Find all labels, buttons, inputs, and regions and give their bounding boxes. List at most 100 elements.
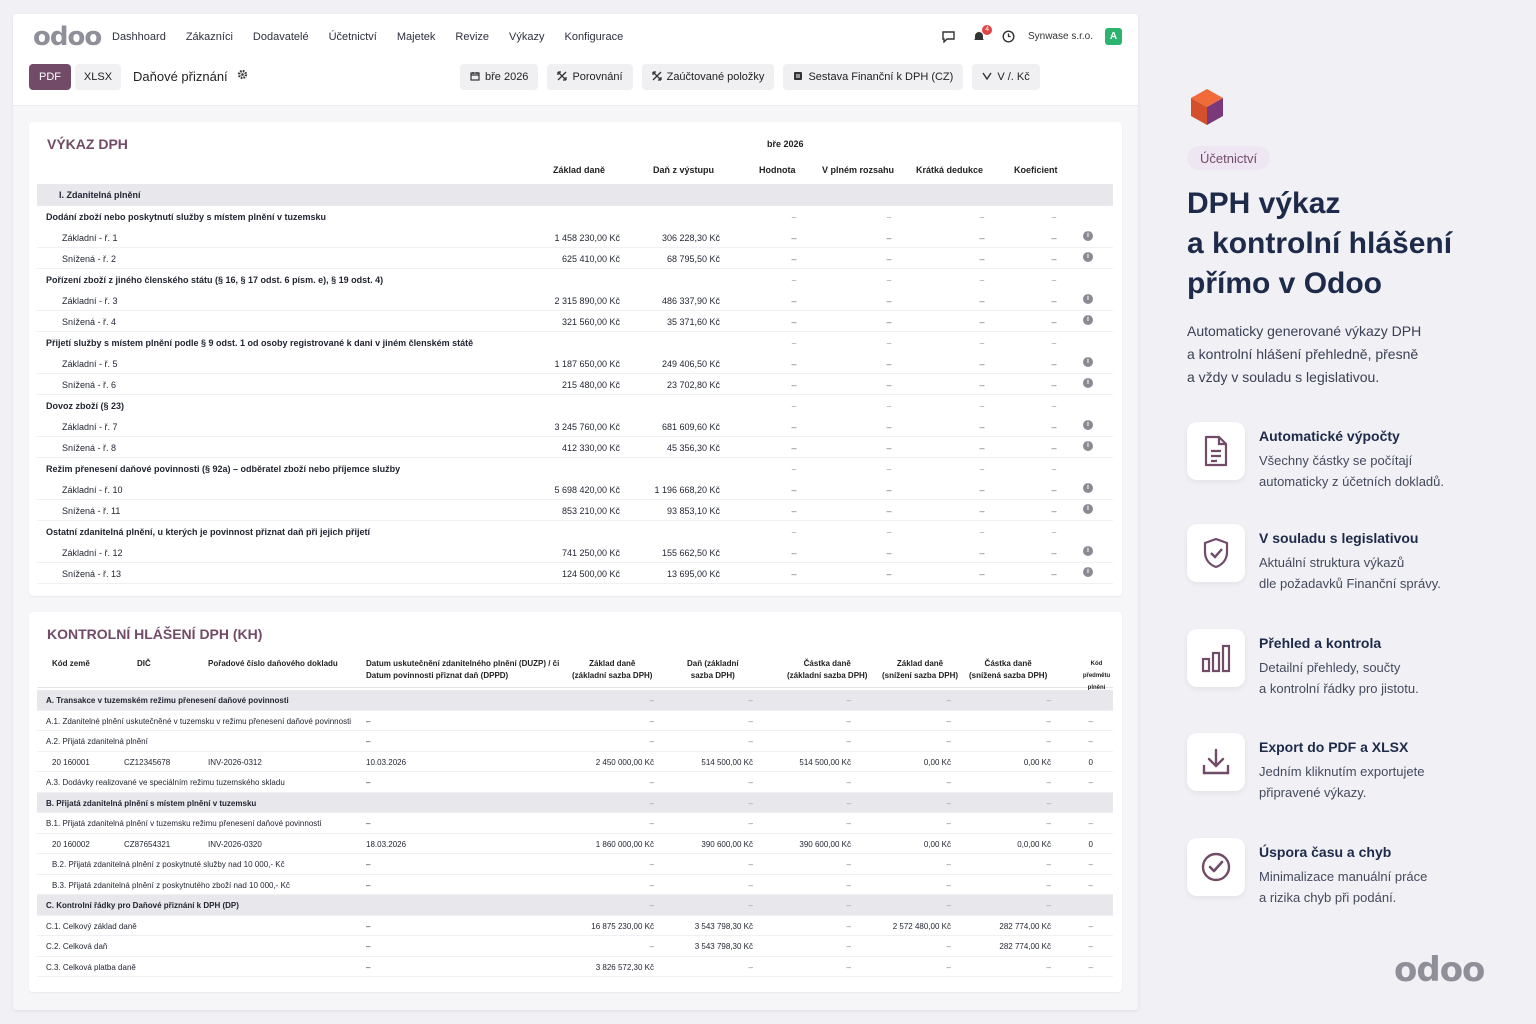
vat-row[interactable]: Snížená - ř. 8 412 330,00 Kč 45 356,30 Kč –… [37,437,1113,458]
menu-item[interactable]: Dashhoard [112,31,166,43]
tax-amount: 45 356,30 Kč [666,443,720,453]
category-tag: Účetnictví [1187,146,1271,170]
filter-button[interactable]: Zaúčtované položky [641,64,775,90]
menu-item[interactable]: Výkazy [509,31,544,43]
empty-value: – [979,380,985,390]
info-icon[interactable]: i [1083,420,1093,430]
menu-item[interactable]: Účetnictví [329,31,377,43]
kh-header-line: Datum povinnosti přiznat daň (DPPD) [366,671,509,680]
gear-icon[interactable] [237,69,248,83]
kh-row[interactable]: A.2. Přijatá zdanitelná plnění – – – – – – – [37,731,1113,752]
vat-row[interactable]: Snížená - ř. 11 853 210,00 Kč 93 853,10 Kč… [37,500,1113,521]
info-icon[interactable]: i [1083,483,1093,493]
vat-row[interactable]: Základní - ř. 5 1 187 650,00 Kč 249 406,50… [37,353,1113,374]
empty-value: – [979,254,985,264]
company-switcher[interactable]: Synwase s.r.o. [1028,31,1093,42]
clock-icon[interactable] [1002,30,1016,44]
vat-row[interactable]: Základní - ř. 12 741 250,00 Kč 155 662,50 … [37,542,1113,563]
empty-value: – [1051,359,1057,369]
info-icon[interactable]: i [1083,546,1093,556]
vat-row[interactable]: Snížená - ř. 6 215 480,00 Kč 23 702,80 Kč –… [37,374,1113,395]
menu-item[interactable]: Revize [455,31,489,43]
vat-row[interactable]: Snížená - ř. 13 124 500,00 Kč 13 695,00 Kč… [37,563,1113,584]
user-avatar[interactable]: A [1105,28,1122,45]
pdf-button[interactable]: PDF [29,64,71,90]
kh-row[interactable]: A.1. Zdanitelné plnění uskutečněné v tuz… [37,711,1113,731]
empty-value: – [979,485,985,495]
kh-amount: – [1046,860,1051,869]
kh-amount: – [649,778,654,787]
info-icon[interactable]: i [1083,567,1093,577]
tax-amount: 681 609,60 Kč [661,422,720,432]
filter-button[interactable]: Porovnání [547,64,633,90]
chat-icon[interactable] [942,30,956,44]
info-icon[interactable]: i [1083,315,1093,325]
kh-row[interactable]: C.3. Celková platba daně – 3 826 572,30 Kč… [37,957,1113,977]
menu-item[interactable]: Dodavatelé [253,31,309,43]
vat-column-header: V plném rozsahu [822,165,895,175]
download-icon [1187,733,1245,791]
kh-row[interactable]: B.3. Přijatá zdanitelná plnění z poskytn… [37,875,1113,895]
filter-button[interactable]: V /. Kč [972,64,1040,90]
kh-report-card: KONTROLNÍ HLÁŠENÍ DPH (KH) Kód země DIČ Po… [29,612,1122,992]
empty-value: – [791,506,797,516]
kh-row-label: B.2. Přijatá zdanitelná plnění z poskytn… [52,860,285,869]
kh-row[interactable]: C.1. Celkový základ daně – 16 875 230,00 K… [37,916,1113,936]
kh-amount: – [846,860,851,869]
kh-row[interactable]: 20 160002 CZ87654321 INV-2026-0320 18.03.20… [37,834,1113,854]
info-icon[interactable]: i [1083,231,1093,241]
vat-row[interactable]: Základní - ř. 3 2 315 890,00 Kč 486 337,90… [37,290,1113,311]
filter-button[interactable]: bře 2026 [460,64,539,90]
vat-row[interactable]: Základní - ř. 7 3 245 760,00 Kč 681 609,60… [37,416,1113,437]
vat-row[interactable]: Snížená - ř. 2 625 410,00 Kč 68 795,50 Kč –… [37,248,1113,269]
empty-value: – [791,275,797,285]
odoo-logo[interactable]: odoo [33,22,102,52]
menu-item[interactable]: Zákazníci [186,31,233,43]
info-icon[interactable]: i [1083,252,1093,262]
vat-row-label: Základní - ř. 10 [62,485,123,495]
kh-amount: 514 500,00 Kč [701,757,753,767]
xlsx-button[interactable]: XLSX [75,64,121,90]
empty-value: – [649,696,654,705]
calendar-icon [470,71,480,84]
filter-button[interactable]: Sestava Finanční k DPH (CZ) [783,64,964,90]
kh-row[interactable]: C.2. Celková daň – – 3 543 798,30 Kč – – 282 7… [37,936,1113,957]
kh-amount: 1 860 000,00 Kč [595,839,654,849]
bell-icon[interactable]: 4 [972,24,992,44]
vat-column-header: Základ daně [553,165,606,175]
vat-row-label: Snížená - ř. 4 [62,317,117,327]
kh-doc: INV-2026-0320 [208,839,262,849]
empty-value: – [886,254,892,264]
menu-item[interactable]: Konfigurace [564,31,623,43]
vat-row-label: Režim přenesení daňové povinnosti (§ 92a… [46,464,401,474]
feature-title: Automatické výpočty [1259,428,1400,444]
info-icon[interactable]: i [1083,357,1093,367]
feature-description: Všechny částky se počítají automaticky z … [1259,450,1509,492]
kh-header-line: Pořadové číslo daňového dokladu [208,659,338,668]
kh-amount: – [649,737,654,746]
vat-row-label: Snížená - ř. 8 [62,443,117,453]
kh-row[interactable]: 20 160001 CZ12345678 INV-2026-0312 10.03.20… [37,752,1113,772]
info-icon[interactable]: i [1083,378,1093,388]
kh-row-label: A.1. Zdanitelné plnění uskutečněné v tuz… [46,716,352,726]
info-icon[interactable]: i [1083,504,1093,514]
vat-row[interactable]: Základní - ř. 10 5 698 420,00 Kč 1 196 668… [37,479,1113,500]
menu-item[interactable]: Majetek [397,31,436,43]
kh-amount: – [946,942,951,951]
kh-amount: – [846,880,851,890]
vat-row[interactable]: Základní - ř. 1 1 458 230,00 Kč 306 228,30… [37,227,1113,248]
info-icon[interactable]: i [1083,441,1093,451]
vat-row[interactable]: Snížená - ř. 4 321 560,00 Kč 35 371,60 Kč –… [37,311,1113,332]
vat-report-title: VÝKAZ DPH [47,136,128,152]
kh-header-line: Částka daně [803,659,851,668]
kh-header-line: Částka daně [984,659,1032,668]
kh-row[interactable]: B.1. Přijatá zdanitelná plnění v tuzemsk… [37,813,1113,834]
kh-row[interactable]: A.3. Dodávky realizované ve speciálním r… [37,772,1113,793]
info-icon[interactable]: i [1083,294,1093,304]
kh-column-header: DIČ [137,658,151,670]
feature-description-line: Všechny částky se počítají [1259,453,1413,468]
kh-row[interactable]: B.2. Přijatá zdanitelná plnění z poskytn… [37,854,1113,875]
kh-date: – [366,819,371,828]
empty-value: – [886,443,892,453]
base-amount: 124 500,00 Kč [561,569,620,579]
